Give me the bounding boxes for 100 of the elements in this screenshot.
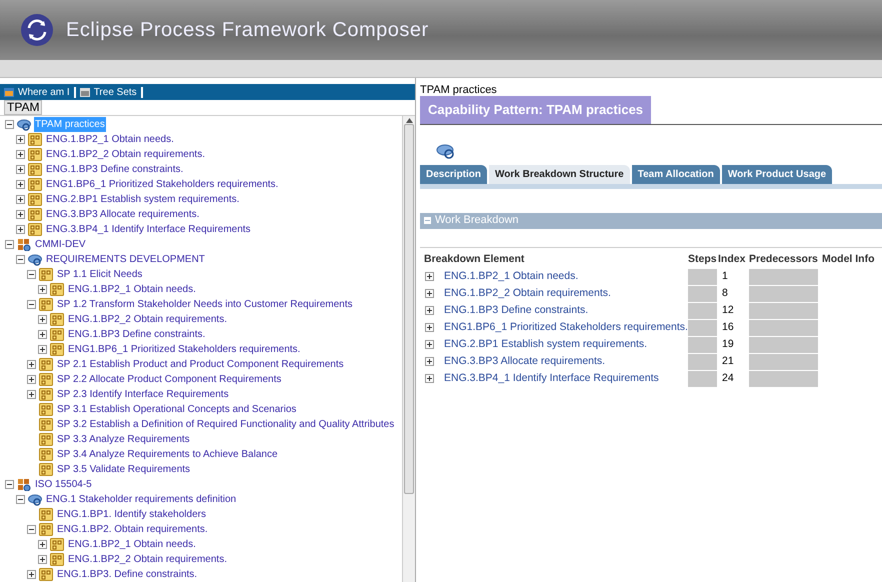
tree-item[interactable]: SP 1.2 Transform Stakeholder Needs into Customer Requirements: [56, 297, 354, 312]
app-title: Eclipse Process Framework Composer: [66, 18, 429, 43]
column-header: Breakdown Element: [423, 252, 526, 268]
expand-icon[interactable]: [16, 225, 25, 234]
collapse-icon[interactable]: [5, 480, 14, 489]
tree-item[interactable]: ENG.1.BP3 Define constraints.: [45, 162, 184, 177]
predecessors-cell: [749, 336, 818, 352]
tree-item[interactable]: ENG.1.BP2_2 Obtain requirements.: [67, 552, 228, 567]
tree-item[interactable]: ENG.1.BP3 Define constraints.: [67, 327, 206, 342]
collapse-icon[interactable]: [16, 255, 25, 264]
expand-icon[interactable]: [38, 540, 47, 549]
tree-item[interactable]: ENG.1.BP2. Obtain requirements.: [56, 522, 209, 537]
expand-icon[interactable]: [16, 210, 25, 219]
tree-item[interactable]: ENG.3.BP3 Allocate requirements.: [45, 207, 200, 222]
tree-item[interactable]: ENG.2.BP1 Establish system requirements.: [45, 192, 240, 207]
breakdown-element-link[interactable]: ENG.3.BP4_1 Identify Interface Requirements: [444, 370, 659, 386]
pattern-icon: [28, 163, 42, 176]
expand-icon[interactable]: [27, 360, 36, 369]
tab[interactable]: Description: [420, 164, 488, 184]
tree-item[interactable]: SP 3.1 Establish Operational Concepts and Scenarios: [56, 402, 298, 417]
tree-item[interactable]: ENG1.BP6_1 Prioritized Stakeholders requirements.: [67, 342, 302, 357]
pattern-icon: [50, 538, 64, 551]
tree-item[interactable]: SP 2.3 Identify Interface Requirements: [56, 387, 230, 402]
toolbar-link[interactable]: Tree Sets: [94, 84, 137, 100]
pattern-icon: [50, 343, 64, 356]
column-header: Index: [718, 252, 746, 268]
tree-item[interactable]: ENG.3.BP4_1 Identify Interface Requirements: [45, 222, 252, 237]
tab[interactable]: Work Breakdown Structure: [489, 164, 630, 184]
expand-icon[interactable]: [16, 165, 25, 174]
plugin-icon: [17, 238, 31, 251]
expand-icon[interactable]: [38, 345, 47, 354]
predecessors-cell: [749, 286, 818, 302]
expand-icon[interactable]: [16, 195, 25, 204]
expand-icon[interactable]: [425, 357, 434, 366]
collapse-icon[interactable]: [27, 300, 36, 309]
breakdown-element-link[interactable]: ENG.1.BP2_1 Obtain needs.: [444, 268, 578, 284]
tree-item[interactable]: ENG.1.BP2_1 Obtain needs.: [67, 537, 197, 552]
pattern-icon: [28, 133, 42, 146]
expand-icon[interactable]: [38, 330, 47, 339]
expand-icon[interactable]: [425, 289, 434, 298]
pattern-icon: [39, 523, 53, 536]
collapse-icon[interactable]: [5, 240, 14, 249]
collapse-icon[interactable]: [27, 270, 36, 279]
tree-item[interactable]: ENG.1.BP2_2 Obtain requirements.: [45, 147, 206, 162]
tree-item[interactable]: ENG.1.BP2_1 Obtain needs.: [45, 132, 175, 147]
tree-item[interactable]: SP 2.2 Allocate Product Component Requirements: [56, 372, 282, 387]
tree-item[interactable]: SP 3.3 Analyze Requirements: [56, 432, 191, 447]
expand-icon[interactable]: [27, 375, 36, 384]
tree-item[interactable]: SP 2.1 Establish Product and Product Component Requirements: [56, 357, 345, 372]
steps-cell: [688, 336, 717, 352]
tree-item[interactable]: ISO 15504-5: [34, 477, 93, 492]
tree-item[interactable]: ENG.1.BP2_1 Obtain needs.: [67, 282, 197, 297]
logo-icon: [20, 13, 54, 47]
tree-item[interactable]: ENG.1.BP2_2 Obtain requirements.: [67, 312, 228, 327]
breakdown-element-link[interactable]: ENG.2.BP1 Establish system requirements.: [444, 336, 648, 352]
expand-icon[interactable]: [16, 180, 25, 189]
expand-icon[interactable]: [425, 306, 434, 315]
tab[interactable]: Work Product Usage: [722, 164, 832, 184]
expand-icon[interactable]: [16, 150, 25, 159]
index-cell-text: 1: [722, 268, 728, 284]
expand-icon[interactable]: [27, 390, 36, 399]
predecessors-cell: [749, 302, 818, 318]
cloud-icon: [436, 142, 456, 158]
tree-item[interactable]: SP 3.4 Analyze Requirements to Achieve Balance: [56, 447, 279, 462]
tree-item[interactable]: SP 1.1 Elicit Needs: [56, 267, 144, 282]
pattern-icon: [39, 298, 53, 311]
breakdown-element-link[interactable]: ENG.1.BP2_2 Obtain requirements.: [444, 286, 611, 302]
scrollbar[interactable]: [402, 116, 415, 582]
expand-icon[interactable]: [425, 323, 434, 332]
tree-item[interactable]: CMMI-DEV: [34, 237, 87, 252]
expand-icon[interactable]: [425, 272, 434, 281]
expand-icon[interactable]: [425, 374, 434, 383]
breakdown-element-link[interactable]: ENG.1.BP3 Define constraints.: [444, 302, 588, 318]
expand-icon[interactable]: [425, 340, 434, 349]
collapse-icon[interactable]: [5, 120, 14, 129]
tree-item[interactable]: SP 3.5 Validate Requirements: [56, 462, 192, 477]
tree-item[interactable]: SP 3.2 Establish a Definition of Required Functionality and Quality Attributes: [56, 417, 396, 432]
tree-item[interactable]: ENG.1.BP3. Define constraints.: [56, 567, 198, 582]
expand-icon[interactable]: [38, 555, 47, 564]
plugin-icon: [17, 478, 31, 491]
steps-cell: [688, 268, 717, 284]
expand-icon[interactable]: [16, 135, 25, 144]
tab[interactable]: Team Allocation: [632, 164, 720, 184]
tree-item[interactable]: ENG1.BP6_1 Prioritized Stakeholders requirements.: [45, 177, 280, 192]
breakdown-element-link[interactable]: ENG.3.BP3 Allocate requirements.: [444, 354, 606, 370]
expand-icon[interactable]: [38, 285, 47, 294]
toolbar-link[interactable]: Where am I: [18, 84, 70, 100]
pattern-icon: [39, 388, 53, 401]
tree-item[interactable]: ENG.1.BP1. Identify stakeholders: [56, 507, 207, 522]
pattern-icon: [39, 433, 53, 446]
expand-icon[interactable]: [27, 570, 36, 579]
collapse-icon[interactable]: [27, 525, 36, 534]
predecessors-cell: [749, 320, 818, 336]
pattern-icon: [50, 328, 64, 341]
collapse-icon[interactable]: [16, 495, 25, 504]
tree-set-tab[interactable]: TPAM: [4, 100, 42, 115]
expand-icon[interactable]: [38, 315, 47, 324]
tree-item[interactable]: ENG.1 Stakeholder requirements definition: [45, 492, 238, 507]
tree-item[interactable]: REQUIREMENTS DEVELOPMENT: [45, 252, 206, 267]
breakdown-element-link[interactable]: ENG1.BP6_1 Prioritized Stakeholders requirements.: [444, 320, 688, 336]
